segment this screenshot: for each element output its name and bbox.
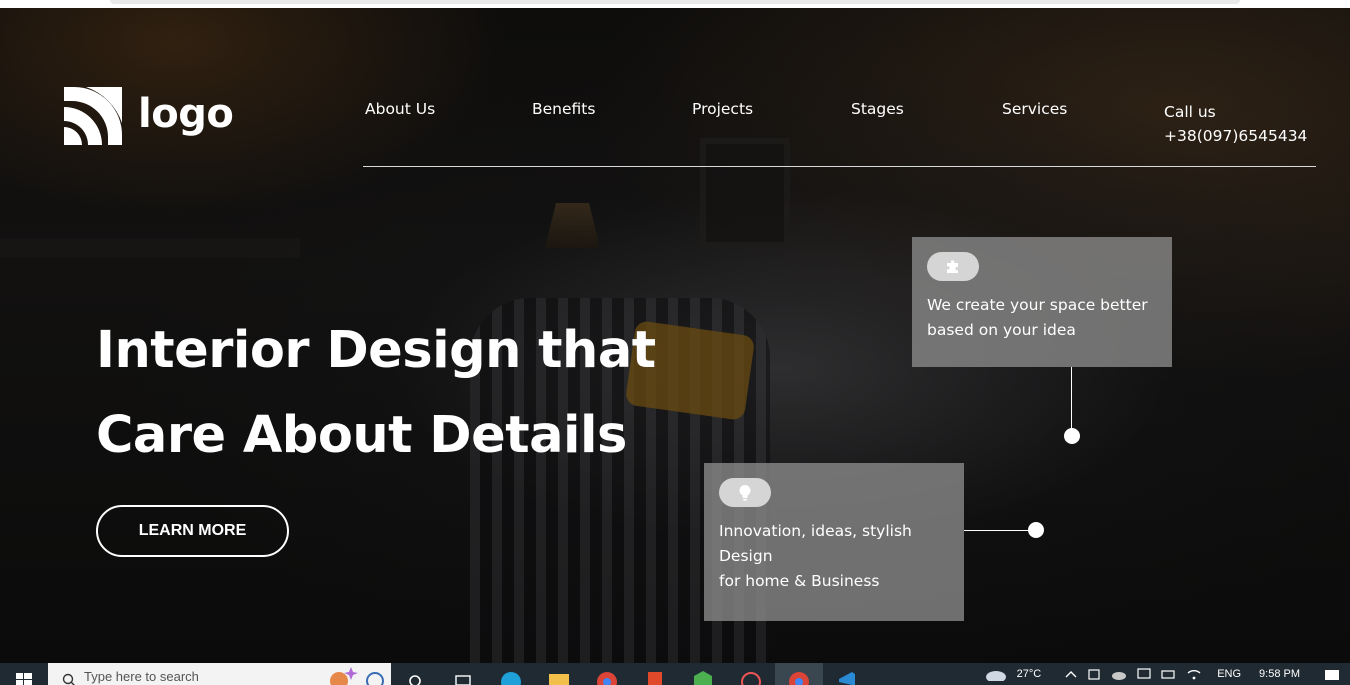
office-icon[interactable] (631, 663, 679, 685)
lightbulb-icon (739, 484, 751, 501)
task-view-icon[interactable] (391, 663, 439, 685)
windows-logo-icon (16, 673, 32, 685)
notification-icon[interactable] (1324, 668, 1340, 680)
battery-icon[interactable] (1161, 668, 1177, 680)
call-us-label: Call us (1164, 103, 1216, 121)
search-icon (62, 673, 75, 685)
weather-cloud-icon (985, 671, 1006, 681)
start-button[interactable] (0, 663, 48, 685)
nav-benefits[interactable]: Benefits (532, 100, 595, 118)
card-text-line-2: for home & Business (719, 572, 880, 590)
display-icon[interactable] (1137, 668, 1151, 680)
card-icon-pill (719, 478, 771, 507)
app-icon[interactable] (727, 663, 775, 685)
nav-projects[interactable]: Projects (692, 100, 753, 118)
headline-line-1: Interior Design that (96, 321, 656, 380)
card-icon-pill (927, 252, 979, 281)
learn-more-button[interactable]: LEARN MORE (96, 505, 289, 557)
system-tray: 27°C ENG 9:58 PM (985, 663, 1350, 685)
logo-icon (64, 87, 122, 145)
language-indicator[interactable]: ENG (1217, 668, 1241, 680)
search-placeholder: Type here to search (84, 669, 199, 684)
card-text: Innovation, ideas, stylish Design for ho… (719, 519, 949, 594)
headline-line-2: Care About Details (96, 406, 627, 465)
nav-divider (363, 166, 1316, 167)
feature-card-innovation: Innovation, ideas, stylish Design for ho… (704, 463, 964, 621)
nav-about-us[interactable]: About Us (365, 100, 435, 118)
widgets-icon[interactable] (439, 663, 487, 685)
edge-browser-icon[interactable] (487, 663, 535, 685)
file-explorer-icon[interactable] (535, 663, 583, 685)
chrome-active-icon[interactable] (775, 663, 823, 685)
browser-top-strip (0, 0, 1350, 8)
chrome-icon[interactable] (583, 663, 631, 685)
site-logo[interactable]: logo (64, 87, 234, 145)
network-icon[interactable] (1087, 668, 1101, 680)
hero-headline: Interior Design that Care About Details (96, 308, 656, 478)
background-shelf (0, 238, 300, 258)
connector-line-vertical (1071, 367, 1072, 435)
clock-time[interactable]: 9:58 PM (1259, 668, 1300, 680)
chevron-up-icon[interactable] (1065, 669, 1077, 679)
connector-dot (1064, 428, 1080, 444)
connector-line-horizontal (964, 530, 1030, 531)
background-lamp (545, 203, 600, 248)
nav-services[interactable]: Services (1002, 100, 1067, 118)
browser-scroll-indicator (110, 0, 1240, 4)
logo-text: logo (138, 91, 234, 137)
search-highlight-icon (330, 667, 384, 685)
feature-card-space: We create your space better based on you… (912, 237, 1172, 367)
call-us-block[interactable]: Call us +38(097)6545434 (1164, 100, 1307, 148)
weather-temp: 27°C (1016, 668, 1042, 680)
connector-dot (1028, 522, 1044, 538)
onedrive-icon[interactable] (1111, 668, 1127, 680)
node-icon[interactable] (679, 663, 727, 685)
taskbar-search[interactable]: Type here to search (48, 663, 391, 685)
card-text: We create your space better based on you… (927, 296, 1148, 339)
windows-taskbar: Type here to search 27°C ENG 9:58 PM (0, 663, 1350, 685)
background-picture-frame (700, 138, 790, 248)
card-text-line-1: Innovation, ideas, stylish Design (719, 522, 912, 565)
vscode-icon[interactable] (823, 663, 871, 685)
puzzle-icon (947, 259, 958, 273)
phone-number[interactable]: +38(097)6545434 (1164, 124, 1307, 148)
wifi-icon[interactable] (1187, 668, 1201, 680)
nav-stages[interactable]: Stages (851, 100, 904, 118)
